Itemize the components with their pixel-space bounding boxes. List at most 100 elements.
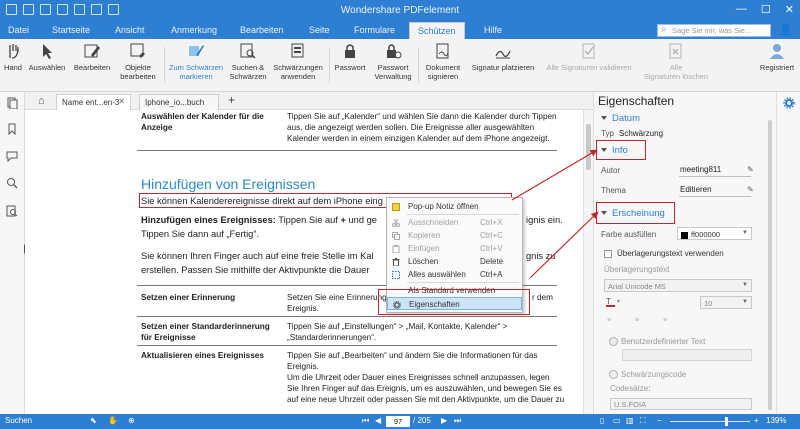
bookmark-icon[interactable] xyxy=(6,123,18,135)
home-icon[interactable]: ⌂ xyxy=(38,95,45,107)
previous-page-icon[interactable]: ◀ xyxy=(375,416,381,425)
zoom-slider-track[interactable] xyxy=(670,421,750,422)
zoom-level[interactable]: 139% xyxy=(766,416,786,425)
select-tool-button[interactable]: Auswählen xyxy=(27,42,67,72)
custom-text-input[interactable] xyxy=(622,349,752,361)
thumbnails-icon[interactable] xyxy=(6,97,18,109)
fullscreen-icon[interactable]: ⛶ xyxy=(640,416,646,426)
redaction-code-radio[interactable] xyxy=(609,370,618,379)
ocr-search-icon[interactable] xyxy=(6,205,18,217)
comment-icon[interactable] xyxy=(6,150,18,162)
mark-redaction-button[interactable]: Zum Schwärzen markieren xyxy=(166,42,226,81)
menu-startseite[interactable]: Startseite xyxy=(52,25,90,35)
type-value: Schwärzung xyxy=(619,129,664,138)
menu-item-paste[interactable]: Einfügen Ctrl+V xyxy=(387,242,522,255)
section-info[interactable]: Info xyxy=(601,145,628,156)
menu-item-cut[interactable]: Ausschneiden Ctrl+X xyxy=(387,216,522,229)
search-input[interactable]: Sage Sie mir, was Sie... xyxy=(657,24,771,37)
text-color-icon[interactable]: T xyxy=(606,297,615,307)
page-number-input[interactable]: 97 xyxy=(386,416,410,427)
align-right-icon[interactable]: ≡ xyxy=(663,317,667,324)
hand-icon[interactable]: ✋ xyxy=(108,416,118,425)
cut-icon xyxy=(392,219,400,227)
section-erscheinung[interactable]: Erscheinung xyxy=(601,208,665,219)
scrollbar-thumb[interactable] xyxy=(768,120,772,410)
properties-scrollbar[interactable] xyxy=(766,110,774,414)
password-management-button[interactable]: Passwort Verwaltung xyxy=(372,42,414,81)
single-page-view-icon[interactable]: ▯ xyxy=(600,416,604,425)
align-center-icon[interactable]: ≡ xyxy=(635,317,639,324)
menu-seite[interactable]: Seite xyxy=(309,25,330,35)
maximize-icon[interactable]: ☐ xyxy=(761,3,771,16)
left-sidebar xyxy=(0,92,25,414)
minimize-icon[interactable]: — xyxy=(736,3,747,16)
status-search-label[interactable]: Suchen xyxy=(5,416,32,425)
registered-account-button[interactable]: Registriert xyxy=(756,42,798,72)
menu-item-delete[interactable]: Löschen Delete xyxy=(387,255,522,268)
first-page-icon[interactable]: ⏮ xyxy=(362,416,369,426)
menu-bearbeiten[interactable]: Bearbeiten xyxy=(240,25,284,35)
title-bar: Wondershare PDFelement — ☐ ✕ xyxy=(0,0,800,22)
pencil-icon[interactable]: ✎ xyxy=(747,165,754,174)
delete-all-signatures-button[interactable]: Alle Signaturen löschen xyxy=(638,42,714,81)
font-select[interactable]: Arial Unicode MS ▼ xyxy=(604,279,752,292)
zoom-in-icon[interactable]: ⊕ xyxy=(128,416,135,425)
close-icon[interactable]: ✕ xyxy=(785,3,794,16)
font-size-select[interactable]: 10 ▼ xyxy=(700,296,752,309)
ribbon-separator xyxy=(418,47,419,83)
section-datum[interactable]: Datum xyxy=(601,113,640,124)
pencil-icon[interactable]: ✎ xyxy=(747,185,754,194)
author-field[interactable]: meeting811 xyxy=(680,165,721,174)
document-scrollbar[interactable] xyxy=(583,110,593,414)
table-row-text: Setzen Sie eine Erinnerung xyxy=(287,293,387,302)
menu-anmerkung[interactable]: Anmerkung xyxy=(171,25,217,35)
add-tab-icon[interactable]: + xyxy=(228,93,235,107)
zoom-plus-icon[interactable]: + xyxy=(754,416,759,425)
hand-tool-button[interactable]: Hand xyxy=(3,42,23,72)
next-page-icon[interactable]: ▶ xyxy=(441,416,447,425)
align-left-icon[interactable]: ≡ xyxy=(607,317,611,324)
menu-ansicht[interactable]: Ansicht xyxy=(115,25,145,35)
chevron-down-icon[interactable]: ▾ xyxy=(617,298,620,305)
overlay-text-checkbox[interactable] xyxy=(604,250,612,258)
user-icon[interactable]: 👤 xyxy=(779,24,793,37)
codeset-select[interactable]: U.S.FOIA xyxy=(610,398,752,410)
select-all-icon xyxy=(392,271,400,279)
subject-field[interactable]: Editieren xyxy=(680,185,712,194)
edit-button[interactable]: Bearbeiten xyxy=(71,42,113,72)
edit-objects-button[interactable]: Objekte bearbeiten xyxy=(117,42,159,81)
menu-schuetzen[interactable]: Schützen xyxy=(409,22,465,39)
validate-all-signatures-button[interactable]: Alle Signaturen validieren xyxy=(541,42,637,72)
password-button[interactable]: Passwort xyxy=(331,42,369,72)
zoom-slider-thumb[interactable] xyxy=(725,417,728,426)
menu-item-popup-note[interactable]: Pop-up Notiz öffnen xyxy=(387,200,522,213)
lock-icon xyxy=(345,44,355,58)
menu-item-select-all[interactable]: Alles auswählen Ctrl+A xyxy=(387,268,522,281)
facing-view-icon[interactable]: ▥ xyxy=(626,416,634,425)
menu-item-copy[interactable]: Kopieren Ctrl+C xyxy=(387,229,522,242)
last-page-icon[interactable]: ⏭ xyxy=(454,416,461,426)
search-icon[interactable] xyxy=(6,177,18,189)
user-account-icon xyxy=(770,44,784,59)
apply-redaction-button[interactable]: Schwärzungen anwenden xyxy=(272,42,324,81)
sign-document-button[interactable]: Dokument signieren xyxy=(421,42,465,81)
table-row-label: Setzen einer Standarderinnerung für Erei… xyxy=(141,322,270,342)
fill-color-select[interactable]: ff000000 ▼ xyxy=(677,227,752,240)
menu-hilfe[interactable]: Hilfe xyxy=(484,25,502,35)
tab-document-1[interactable]: Name ent...en-3 ✕ xyxy=(56,94,131,110)
place-signature-button[interactable]: Signatur platzieren xyxy=(466,42,540,72)
tab-document-2[interactable]: Iphone_io...buch xyxy=(139,94,219,110)
continuous-view-icon[interactable]: ▭ xyxy=(613,416,621,425)
menu-formulare[interactable]: Formulare xyxy=(354,25,395,35)
close-tab-icon[interactable]: ✕ xyxy=(118,97,125,106)
select-cursor-icon[interactable]: ⬉ xyxy=(90,416,97,425)
chevron-down-icon: ▼ xyxy=(742,282,748,288)
ribbon-separator xyxy=(164,47,165,83)
zoom-out-icon[interactable]: − xyxy=(657,416,662,425)
search-redact-button[interactable]: Suchen & Schwärzen xyxy=(227,42,269,81)
collapse-triangle-icon xyxy=(601,116,607,121)
scrollbar-thumb[interactable] xyxy=(586,124,591,170)
custom-text-radio[interactable] xyxy=(609,337,618,346)
menu-datei[interactable]: Datei xyxy=(8,25,29,35)
settings-gear-icon[interactable] xyxy=(783,97,795,109)
